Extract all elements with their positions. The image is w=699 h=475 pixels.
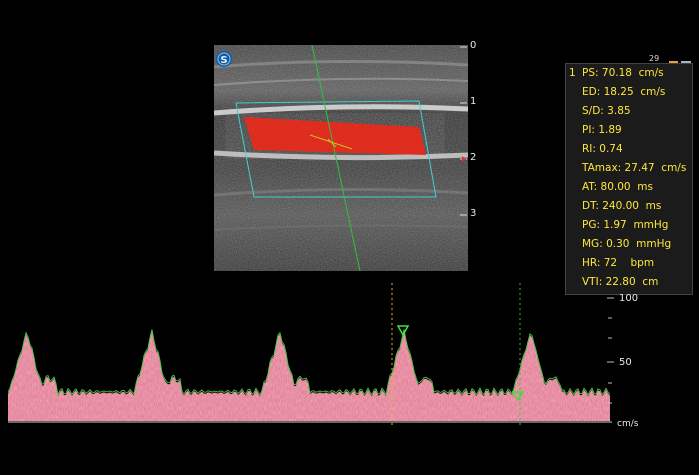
- velocity-label-100: 100: [619, 293, 639, 304]
- velocity-axis: [607, 297, 614, 404]
- meas-row-ri: RI: 0.74: [582, 143, 623, 155]
- meas-row-hr: HR: 72 bpm: [582, 257, 655, 269]
- depth-label-1: 1: [470, 96, 477, 107]
- svg-text:S: S: [220, 55, 227, 66]
- depth-label-2: 2: [470, 152, 477, 163]
- meas-row-sd: S/D: 3.85: [582, 105, 631, 117]
- bmode-image: S: [214, 45, 468, 271]
- depth-label-0: 0: [470, 40, 477, 51]
- spectral-doppler: [7, 283, 614, 425]
- s-logo-icon: S: [216, 51, 232, 67]
- meas-row-dt: DT: 240.00 ms: [582, 200, 662, 212]
- frame-counter: 29: [649, 54, 660, 63]
- meas-row-ed: ED: 18.25 cm/s: [582, 86, 666, 98]
- meas-row-ps: PS: 70.18 cm/s: [582, 67, 664, 79]
- velocity-unit-label: cm/s: [617, 419, 639, 429]
- meas-row-pg: PG: 1.97 mmHg: [582, 219, 669, 231]
- meas-row-mg: MG: 0.30 mmHg: [582, 238, 672, 250]
- peak-systolic-marker-icon: [396, 325, 410, 337]
- meas-row-at: AT: 80.00 ms: [582, 181, 653, 193]
- measurement-index: 1: [569, 67, 576, 79]
- depth-scale: 0 1 2 3: [456, 40, 486, 230]
- velocity-label-50: 50: [619, 357, 632, 368]
- depth-label-3: 3: [470, 208, 477, 219]
- meas-row-pi: PI: 1.89: [582, 124, 622, 136]
- measurement-panel: 1 PS: 70.18 cm/s ED: 18.25 cm/s S/D: 3.8…: [565, 63, 693, 295]
- focus-marker-icon: [462, 156, 466, 162]
- meas-row-tamax: TAmax: 27.47 cm/s: [582, 162, 687, 174]
